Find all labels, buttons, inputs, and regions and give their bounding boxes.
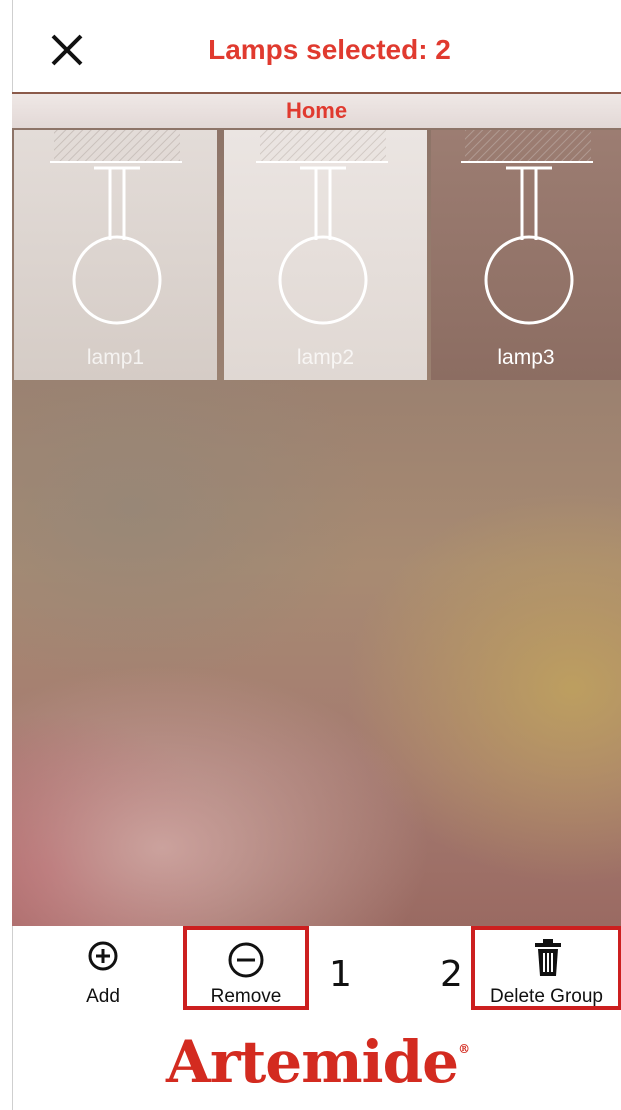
artemide-logo: Artemide® bbox=[13, 1028, 621, 1096]
page-title: Lamps selected: 2 bbox=[208, 34, 451, 65]
lamp-label: lamp1 bbox=[86, 346, 145, 369]
logo-text: Artemide bbox=[165, 1028, 459, 1096]
pendant-lamp-icon bbox=[256, 130, 388, 325]
delete-group-label: Delete Group bbox=[489, 986, 603, 1007]
group-name-bar: Home bbox=[12, 94, 621, 128]
bottom-toolbar: Add Remove 1 2 Delete Group bbox=[12, 926, 621, 1018]
lamp-label: lamp2 bbox=[296, 346, 355, 369]
add-label: Add bbox=[86, 986, 120, 1007]
app-screen: Lamps selected: 2 Home lamp1 lamp2 lamp3… bbox=[0, 0, 621, 1110]
minus-circle-icon bbox=[228, 942, 264, 978]
top-bar: Lamps selected: 2 bbox=[12, 0, 621, 92]
registered-mark: ® bbox=[458, 1042, 470, 1056]
lamp-tile-lamp1[interactable]: lamp1 bbox=[14, 130, 217, 380]
group-name: Home bbox=[285, 98, 348, 123]
lamp-label: lamp3 bbox=[497, 346, 555, 369]
trash-icon bbox=[535, 939, 561, 976]
lamp-tile-lamp2[interactable]: lamp2 bbox=[224, 130, 427, 380]
footer: Artemide® bbox=[12, 1018, 621, 1110]
pendant-lamp-icon bbox=[50, 130, 182, 325]
plus-circle-icon bbox=[88, 941, 118, 971]
annotation-number-2: 2 bbox=[440, 954, 463, 995]
remove-button[interactable]: Remove bbox=[183, 926, 309, 1010]
remove-label: Remove bbox=[210, 986, 282, 1007]
annotation-number-1: 1 bbox=[329, 954, 352, 995]
pendant-lamp-icon bbox=[461, 130, 593, 325]
add-button[interactable]: Add bbox=[63, 926, 143, 1012]
lamp-tile-lamp3[interactable]: lamp3 bbox=[431, 130, 621, 380]
delete-group-button[interactable]: Delete Group bbox=[471, 926, 621, 1010]
